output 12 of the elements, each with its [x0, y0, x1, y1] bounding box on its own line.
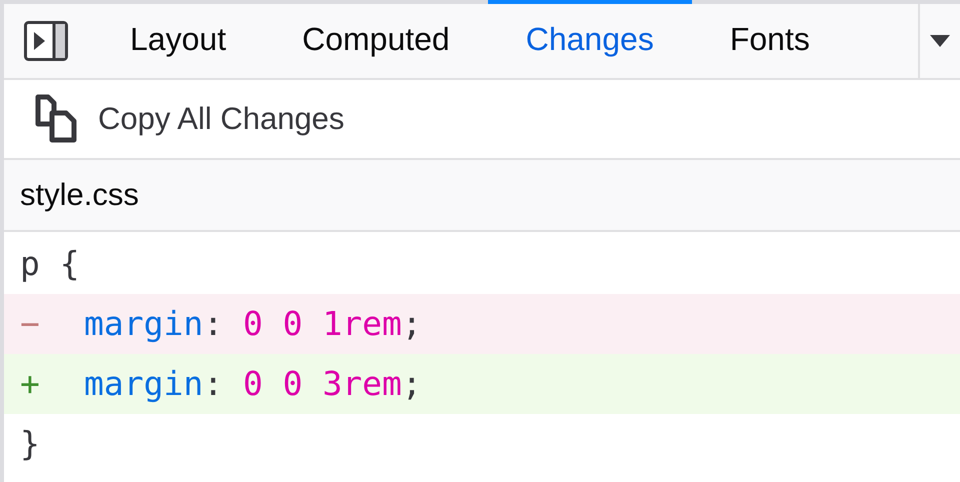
code-line: p {: [20, 243, 80, 286]
dropdown-caret-icon[interactable]: [930, 35, 950, 47]
tab[interactable]: Computed: [264, 0, 488, 78]
file-name: style.css: [20, 176, 139, 214]
code-line: − margin: 0 0 1rem;: [20, 303, 422, 346]
tab[interactable]: Fonts: [692, 0, 848, 78]
code-line: }: [20, 423, 40, 466]
code-line: + margin: 0 0 3rem;: [20, 363, 422, 406]
sidebar-toggle-icon[interactable]: [24, 21, 68, 61]
copy-all-changes-button[interactable]: Copy All Changes: [34, 94, 344, 144]
tab[interactable]: Layout: [92, 0, 264, 78]
tab[interactable]: Changes: [488, 0, 692, 78]
